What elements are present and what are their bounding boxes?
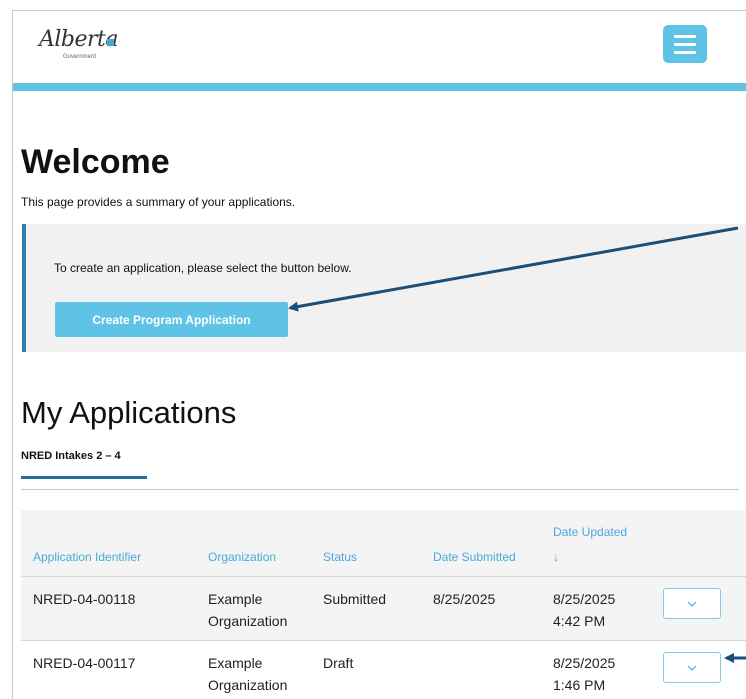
column-header-organization[interactable]: Organization bbox=[208, 550, 276, 564]
row-actions-dropdown-button[interactable] bbox=[663, 588, 721, 619]
cell-date-updated: 8/25/2025 1:46 PM bbox=[553, 655, 616, 693]
cell-status: Draft bbox=[323, 655, 354, 671]
cell-date-updated: 8/25/2025 4:42 PM bbox=[553, 591, 616, 629]
create-program-application-button[interactable]: Create Program Application bbox=[55, 302, 288, 337]
callout-text: To create an application, please select … bbox=[54, 261, 352, 275]
cell-organization: Example Organization bbox=[208, 655, 288, 693]
hamburger-icon-bar bbox=[674, 50, 696, 54]
header-accent-bar bbox=[13, 83, 746, 91]
column-header-date-submitted[interactable]: Date Submitted bbox=[433, 550, 516, 564]
menu-button[interactable] bbox=[663, 25, 707, 63]
tab-nred-intakes[interactable]: NRED Intakes 2 – 4 bbox=[21, 450, 121, 462]
hamburger-icon-bar bbox=[674, 42, 696, 46]
alberta-logo[interactable]: Alberta Government bbox=[39, 27, 129, 67]
page-title: Welcome bbox=[21, 143, 170, 181]
cell-status: Submitted bbox=[323, 591, 387, 607]
cell-identifier: NRED-04-00117 bbox=[33, 655, 136, 671]
chevron-down-icon bbox=[687, 665, 697, 671]
table-row: NRED-04-00118 Example Organization Submi… bbox=[21, 576, 746, 640]
cell-identifier: NRED-04-00118 bbox=[33, 591, 136, 607]
chevron-down-icon bbox=[687, 601, 697, 607]
column-header-date-updated[interactable]: Date Updated bbox=[553, 525, 627, 539]
page-frame: Alberta Government Welcome This page pro… bbox=[12, 10, 746, 699]
logo-square-icon bbox=[107, 39, 114, 46]
active-tab-indicator bbox=[21, 476, 147, 479]
hamburger-icon-bar bbox=[674, 34, 696, 38]
site-header: Alberta Government bbox=[13, 11, 746, 83]
applications-table: Application Identifier Organization Stat… bbox=[21, 510, 746, 699]
applications-heading: My Applications bbox=[21, 395, 237, 430]
cell-date-submitted: 8/25/2025 bbox=[433, 591, 496, 607]
create-application-callout: To create an application, please select … bbox=[22, 224, 746, 352]
sort-descending-icon[interactable]: ↓ bbox=[553, 550, 559, 564]
column-header-status[interactable]: Status bbox=[323, 550, 357, 564]
cell-organization: Example Organization bbox=[208, 591, 288, 629]
page-description: This page provides a summary of your app… bbox=[21, 195, 296, 209]
tab-divider bbox=[21, 489, 739, 490]
logo-subtext: Government bbox=[63, 54, 97, 60]
table-row: NRED-04-00117 Example Organization Draft… bbox=[21, 640, 746, 699]
column-header-identifier[interactable]: Application Identifier bbox=[33, 550, 141, 564]
row-actions-dropdown-button[interactable] bbox=[663, 652, 721, 683]
table-header: Application Identifier Organization Stat… bbox=[21, 510, 746, 576]
